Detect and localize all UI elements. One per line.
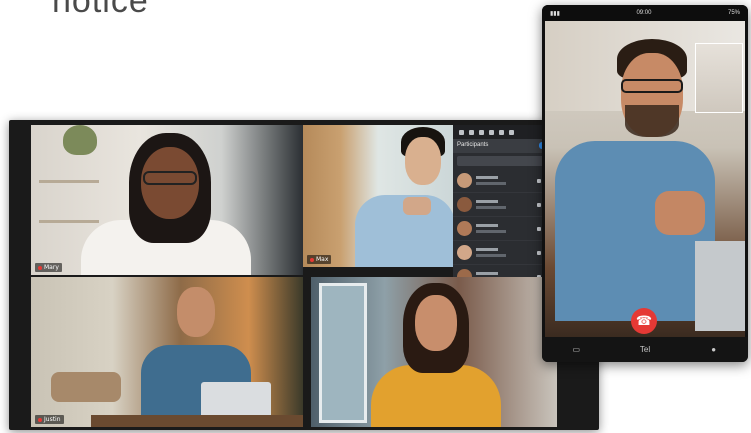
camera-icon[interactable] [537,250,541,255]
phone-bottom-bar: ▭ Tel ● [542,337,748,362]
participant-name-label: Justin [35,415,64,424]
participant-row-name [476,176,537,185]
avatar [457,221,472,236]
tel-button[interactable]: Tel [640,345,650,354]
camera-icon[interactable] [537,202,541,207]
main-video-feed[interactable]: ☎ [545,21,745,337]
participant-beard [625,105,679,137]
video-tile-2[interactable]: Max [303,125,453,267]
end-call-button[interactable]: ☎ [631,308,657,334]
desktop-meeting-window: Mary Max Participants Justin [9,120,599,430]
chat-icon[interactable]: ▭ [571,345,581,354]
chat-icon[interactable] [489,129,494,135]
phone-hangup-icon: ☎ [635,313,653,328]
participant-face [415,295,457,351]
participant-name-label: Mary [35,263,62,272]
participant-row-name [476,248,537,257]
signal-icon: ▮▮▮ [550,10,560,17]
phone-call-screen: ▮▮▮ 09:00 75% ☎ ▭ Tel ● [542,5,748,362]
camera-icon[interactable] [537,178,541,183]
participant-hands [403,197,431,215]
camera-icon[interactable] [469,129,474,135]
avatar [457,197,472,212]
video-tile-4[interactable] [311,277,557,427]
video-tile-3[interactable]: Justin [31,277,303,427]
panel-title: Participants [457,142,489,148]
background-shelf [39,220,99,223]
participant-search-input[interactable] [457,156,553,166]
background-window [319,283,367,423]
participant-glasses [143,171,197,185]
more-icon[interactable] [509,129,514,135]
mic-icon[interactable] [459,129,464,135]
self-view-pip[interactable] [695,43,743,113]
participants-icon[interactable] [499,129,504,135]
avatar [457,245,472,260]
participant-body [371,365,501,427]
participant-name-label: Max [307,255,332,264]
headline-text: notice [52,0,149,20]
camera-icon[interactable] [537,226,541,231]
mic-icon[interactable]: ● [709,345,719,354]
phone-status-bar: ▮▮▮ 09:00 75% [542,5,748,21]
status-battery: 75% [727,10,740,16]
video-tile-1[interactable]: Mary [31,125,303,275]
background-sofa [51,372,121,402]
background-shelf [39,180,99,183]
participant-row-name [476,224,537,233]
participant-face [177,287,215,337]
background-plant [63,125,97,155]
avatar [457,173,472,188]
participant-row-name [476,200,537,209]
participant-hands [655,191,705,235]
participant-face [405,137,441,185]
laptop [695,241,745,331]
desk [91,415,303,427]
status-time: 09:00 [636,10,652,16]
share-screen-icon[interactable] [479,129,484,135]
participant-glasses [621,79,683,93]
